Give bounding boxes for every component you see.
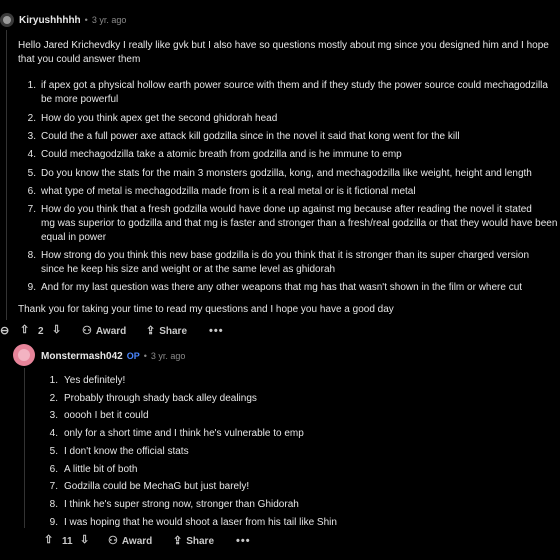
question-number: 8. bbox=[27, 250, 36, 261]
question-number: 2. bbox=[27, 113, 36, 124]
question-number: 6. bbox=[27, 186, 36, 197]
comment-header: Kiryushhhhh • 3 yr. ago bbox=[19, 15, 126, 26]
share-label: Share bbox=[159, 326, 188, 337]
comment-intro-line-1: Hello Jared Krichevdky I really like gvk… bbox=[18, 40, 549, 51]
separator: • bbox=[143, 351, 147, 361]
separator: • bbox=[84, 15, 88, 25]
comment-outro: Thank you for taking your time to read m… bbox=[18, 304, 394, 315]
answer-number: 1. bbox=[49, 375, 58, 386]
downvote-button[interactable]: ⇩ bbox=[80, 535, 89, 546]
more-options-button[interactable]: ••• bbox=[236, 535, 251, 547]
answer-number: 2. bbox=[49, 392, 58, 404]
answer-text: I think he's super strong now, stronger … bbox=[64, 498, 299, 510]
question-text: How strong do you think this new base go… bbox=[41, 250, 530, 261]
answer-text: I don't know the official stats bbox=[64, 445, 189, 457]
share-icon: ⇪ bbox=[146, 325, 156, 337]
question-text: since he keep his size and weight or at … bbox=[41, 264, 336, 275]
question-number: 5. bbox=[27, 168, 36, 179]
question-number: 3. bbox=[27, 131, 36, 142]
comment-intro-line-2: that you could answer them bbox=[18, 54, 141, 65]
upvote-button[interactable]: ⇧ bbox=[44, 535, 53, 546]
question-text: How do you think apex get the second ghi… bbox=[41, 113, 278, 124]
thread-line[interactable] bbox=[6, 30, 7, 320]
avatar[interactable] bbox=[0, 13, 14, 27]
award-label: Award bbox=[121, 536, 153, 547]
username[interactable]: Kiryushhhhh bbox=[19, 15, 81, 26]
share-button[interactable]: ⇪ Share bbox=[146, 325, 188, 338]
answer-text: Yes definitely! bbox=[64, 375, 126, 386]
answer-number: 5. bbox=[49, 445, 58, 457]
answer-number: 9. bbox=[49, 516, 58, 528]
collapse-button[interactable]: ⊖ bbox=[0, 326, 9, 337]
question-text: mg was superior to godzilla and that mg … bbox=[41, 218, 558, 229]
more-options-button[interactable]: ••• bbox=[209, 325, 224, 337]
question-text: Could mechagodzilla take a atomic breath… bbox=[41, 149, 402, 160]
answer-text: Probably through shady back alley dealin… bbox=[64, 392, 257, 404]
downvote-icon: ⇩ bbox=[80, 534, 90, 546]
answer-number: 7. bbox=[49, 481, 58, 493]
answer-text: A little bit of both bbox=[64, 463, 138, 475]
comment-header: Monstermash042 OP • 3 yr. ago bbox=[41, 351, 185, 362]
share-label: Share bbox=[186, 536, 215, 547]
question-text: And for my last question was there any o… bbox=[41, 282, 523, 293]
share-icon: ⇪ bbox=[173, 535, 183, 547]
award-button[interactable]: ⚇ Award bbox=[108, 535, 153, 548]
question-text: if apex got a physical hollow earth powe… bbox=[41, 80, 548, 91]
question-number: 7. bbox=[27, 204, 36, 215]
question-text: How do you think that a fresh godzilla w… bbox=[41, 204, 532, 215]
upvote-icon: ⇧ bbox=[20, 324, 30, 336]
award-button[interactable]: ⚇ Award bbox=[82, 325, 127, 338]
award-label: Award bbox=[95, 326, 127, 337]
collapse-icon: ⊖ bbox=[0, 325, 10, 337]
answer-number: 3. bbox=[49, 410, 58, 422]
answer-text: ooooh I bet it could bbox=[64, 410, 149, 422]
thread-line[interactable] bbox=[24, 368, 25, 528]
downvote-button[interactable]: ⇩ bbox=[52, 325, 61, 336]
more-label: ••• bbox=[236, 535, 251, 547]
more-label: ••• bbox=[209, 325, 224, 337]
answer-text: only for a short time and I think he's v… bbox=[64, 428, 304, 440]
answer-text: I was hoping that he would shoot a laser… bbox=[64, 516, 337, 528]
question-number: 4. bbox=[27, 149, 36, 160]
upvote-button[interactable]: ⇧ bbox=[20, 325, 29, 336]
username[interactable]: Monstermash042 bbox=[41, 351, 123, 362]
vote-count: 11 bbox=[62, 536, 73, 547]
question-text: what type of metal is mechagodzilla made… bbox=[41, 186, 416, 197]
upvote-icon: ⇧ bbox=[44, 534, 54, 546]
question-number: 1. bbox=[27, 80, 36, 91]
question-text: equal in power bbox=[41, 232, 107, 243]
question-number: 9. bbox=[27, 282, 36, 293]
timestamp[interactable]: 3 yr. ago bbox=[92, 15, 127, 25]
share-button[interactable]: ⇪ Share bbox=[173, 535, 215, 548]
avatar[interactable] bbox=[13, 344, 35, 366]
downvote-icon: ⇩ bbox=[52, 324, 62, 336]
question-text: Do you know the stats for the main 3 mon… bbox=[41, 168, 532, 179]
answer-number: 6. bbox=[49, 463, 58, 475]
award-icon: ⚇ bbox=[82, 325, 92, 337]
vote-count: 2 bbox=[38, 326, 44, 337]
timestamp[interactable]: 3 yr. ago bbox=[151, 351, 186, 361]
answer-text: Godzilla could be MechaG but just barely… bbox=[64, 481, 250, 493]
question-text: be more powerful bbox=[41, 94, 119, 105]
question-text: Could the a full power axe attack kill g… bbox=[41, 131, 460, 142]
award-icon: ⚇ bbox=[108, 535, 118, 547]
answer-number: 4. bbox=[49, 428, 58, 440]
op-badge: OP bbox=[126, 351, 140, 361]
answer-number: 8. bbox=[49, 498, 58, 510]
